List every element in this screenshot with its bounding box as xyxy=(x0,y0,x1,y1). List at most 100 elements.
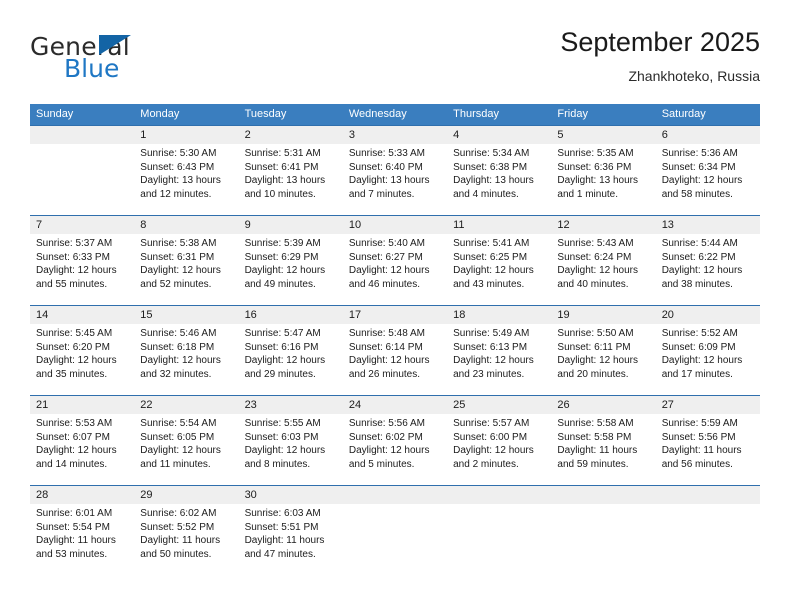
day-info: Sunrise: 5:36 AM Sunset: 6:34 PM Dayligh… xyxy=(662,144,754,201)
sunrise-text: Sunrise: 5:37 AM xyxy=(36,238,113,249)
daylight-line2: and 43 minutes. xyxy=(453,278,525,290)
day-number: 2 xyxy=(244,129,251,141)
sunset-text: Sunset: 6:27 PM xyxy=(348,251,423,263)
daylight-line2: and 23 minutes. xyxy=(453,368,525,380)
daylight-line1: Daylight: 12 hours xyxy=(348,265,430,277)
day-info: Sunrise: 5:38 AM Sunset: 6:31 PM Dayligh… xyxy=(140,234,232,291)
daylight-line1: Daylight: 12 hours xyxy=(36,355,117,367)
sunset-text: Sunset: 5:56 PM xyxy=(661,431,736,443)
daylight-line1: Daylight: 12 hours xyxy=(661,355,743,367)
day-cell[interactable] xyxy=(343,486,447,575)
daylight-line2: and 56 minutes. xyxy=(661,458,733,470)
day-cell[interactable]: 27 Sunrise: 5:59 AM Sunset: 5:56 PM Dayl… xyxy=(656,396,760,485)
sunrise-text: Sunrise: 6:03 AM xyxy=(244,508,321,519)
day-cell[interactable]: 22 Sunrise: 5:54 AM Sunset: 6:05 PM Dayl… xyxy=(134,396,238,485)
day-cell[interactable]: 13 Sunrise: 5:44 AM Sunset: 6:22 PM Dayl… xyxy=(656,216,760,305)
day-cell[interactable]: 3 Sunrise: 5:33 AM Sunset: 6:40 PM Dayli… xyxy=(343,126,447,215)
day-number: 23 xyxy=(244,399,257,411)
day-cell[interactable]: 2 Sunrise: 5:31 AM Sunset: 6:41 PM Dayli… xyxy=(239,126,343,215)
daylight-line2: and 5 minutes. xyxy=(348,458,415,470)
day-cell[interactable]: 4 Sunrise: 5:34 AM Sunset: 6:38 PM Dayli… xyxy=(447,126,551,215)
day-cell[interactable]: 29 Sunrise: 6:02 AM Sunset: 5:52 PM Dayl… xyxy=(134,486,238,575)
day-cell[interactable]: 1 Sunrise: 5:30 AM Sunset: 6:43 PM Dayli… xyxy=(134,126,238,215)
day-info: Sunrise: 5:44 AM Sunset: 6:22 PM Dayligh… xyxy=(662,234,754,291)
day-cell[interactable]: 9 Sunrise: 5:39 AM Sunset: 6:29 PM Dayli… xyxy=(239,216,343,305)
day-cell[interactable]: 19 Sunrise: 5:50 AM Sunset: 6:11 PM Dayl… xyxy=(551,306,655,395)
day-info: Sunrise: 5:31 AM Sunset: 6:41 PM Dayligh… xyxy=(245,144,337,201)
sunset-text: Sunset: 6:16 PM xyxy=(244,341,319,353)
sunrise-text: Sunrise: 6:01 AM xyxy=(36,508,113,519)
day-number: 25 xyxy=(453,399,466,411)
sunrise-text: Sunrise: 5:56 AM xyxy=(348,418,425,429)
day-number: 13 xyxy=(661,219,674,231)
day-cell[interactable] xyxy=(656,486,760,575)
day-cell[interactable]: 24 Sunrise: 5:56 AM Sunset: 6:02 PM Dayl… xyxy=(343,396,447,485)
daylight-line1: Daylight: 12 hours xyxy=(661,175,743,187)
sunset-text: Sunset: 6:18 PM xyxy=(140,341,215,353)
day-number: 10 xyxy=(348,219,362,231)
day-cell[interactable]: 14 Sunrise: 5:45 AM Sunset: 6:20 PM Dayl… xyxy=(30,306,134,395)
weekday-header-saturday: Saturday xyxy=(661,108,706,120)
day-info: Sunrise: 6:02 AM Sunset: 5:52 PM Dayligh… xyxy=(140,504,232,561)
sunrise-text: Sunrise: 5:36 AM xyxy=(661,148,738,159)
weekday-header-wednesday: Wednesday xyxy=(348,108,407,120)
daylight-line2: and 7 minutes. xyxy=(348,188,415,200)
sunset-text: Sunset: 6:11 PM xyxy=(557,341,631,353)
day-cell[interactable]: 15 Sunrise: 5:46 AM Sunset: 6:18 PM Dayl… xyxy=(134,306,238,395)
day-info: Sunrise: 5:47 AM Sunset: 6:16 PM Dayligh… xyxy=(245,324,337,381)
weekday-header-row: Sunday Monday Tuesday Wednesday Thursday… xyxy=(30,104,760,125)
day-cell[interactable]: 8 Sunrise: 5:38 AM Sunset: 6:31 PM Dayli… xyxy=(134,216,238,305)
day-cell[interactable]: 11 Sunrise: 5:41 AM Sunset: 6:25 PM Dayl… xyxy=(447,216,551,305)
daylight-line2: and 49 minutes. xyxy=(244,278,316,290)
day-cell[interactable]: 18 Sunrise: 5:49 AM Sunset: 6:13 PM Dayl… xyxy=(447,306,551,395)
day-info: Sunrise: 5:41 AM Sunset: 6:25 PM Dayligh… xyxy=(453,234,545,291)
day-cell[interactable]: 21 Sunrise: 5:53 AM Sunset: 6:07 PM Dayl… xyxy=(30,396,134,485)
sunrise-text: Sunrise: 5:43 AM xyxy=(557,238,634,249)
general-blue-logo[interactable]: General Blue xyxy=(30,32,260,90)
day-cell[interactable] xyxy=(447,486,551,575)
daylight-line2: and 17 minutes. xyxy=(661,368,733,380)
day-cell[interactable]: 25 Sunrise: 5:57 AM Sunset: 6:00 PM Dayl… xyxy=(447,396,551,485)
day-cell[interactable]: 26 Sunrise: 5:58 AM Sunset: 5:58 PM Dayl… xyxy=(551,396,655,485)
weekday-header-friday: Friday xyxy=(557,108,588,120)
day-cell[interactable] xyxy=(551,486,655,575)
daylight-line2: and 4 minutes. xyxy=(453,188,519,200)
day-cell[interactable]: 17 Sunrise: 5:48 AM Sunset: 6:14 PM Dayl… xyxy=(343,306,447,395)
day-info: Sunrise: 5:39 AM Sunset: 6:29 PM Dayligh… xyxy=(245,234,337,291)
daylight-line1: Daylight: 12 hours xyxy=(348,445,430,457)
day-info: Sunrise: 5:56 AM Sunset: 6:02 PM Dayligh… xyxy=(349,414,441,471)
daylight-line1: Daylight: 11 hours xyxy=(557,445,638,457)
sunset-text: Sunset: 6:36 PM xyxy=(557,161,632,173)
sunset-text: Sunset: 6:22 PM xyxy=(661,251,736,263)
day-cell[interactable] xyxy=(30,126,134,215)
daylight-line2: and 52 minutes. xyxy=(140,278,212,290)
logo-text-blue: Blue xyxy=(64,54,120,83)
sunset-text: Sunset: 6:34 PM xyxy=(661,161,736,173)
day-cell[interactable]: 7 Sunrise: 5:37 AM Sunset: 6:33 PM Dayli… xyxy=(30,216,134,305)
day-cell[interactable]: 10 Sunrise: 5:40 AM Sunset: 6:27 PM Dayl… xyxy=(343,216,447,305)
sunrise-text: Sunrise: 5:45 AM xyxy=(36,328,113,339)
day-cell[interactable]: 6 Sunrise: 5:36 AM Sunset: 6:34 PM Dayli… xyxy=(656,126,760,215)
sunset-text: Sunset: 6:20 PM xyxy=(36,341,110,353)
day-cell[interactable]: 16 Sunrise: 5:47 AM Sunset: 6:16 PM Dayl… xyxy=(239,306,343,395)
day-cell[interactable]: 30 Sunrise: 6:03 AM Sunset: 5:51 PM Dayl… xyxy=(239,486,343,575)
daylight-line1: Daylight: 13 hours xyxy=(348,175,430,187)
day-cell[interactable]: 20 Sunrise: 5:52 AM Sunset: 6:09 PM Dayl… xyxy=(656,306,760,395)
day-cell[interactable]: 12 Sunrise: 5:43 AM Sunset: 6:24 PM Dayl… xyxy=(551,216,655,305)
sunrise-text: Sunrise: 5:52 AM xyxy=(661,328,738,339)
day-info: Sunrise: 5:54 AM Sunset: 6:05 PM Dayligh… xyxy=(140,414,232,471)
day-cell[interactable]: 5 Sunrise: 5:35 AM Sunset: 6:36 PM Dayli… xyxy=(551,126,655,215)
day-cell[interactable]: 23 Sunrise: 5:55 AM Sunset: 6:03 PM Dayl… xyxy=(239,396,343,485)
daylight-line2: and 53 minutes. xyxy=(36,548,108,560)
sunset-text: Sunset: 6:40 PM xyxy=(348,161,423,173)
sunset-text: Sunset: 6:07 PM xyxy=(36,431,110,443)
daylight-line1: Daylight: 11 hours xyxy=(140,535,221,547)
day-cell[interactable]: 28 Sunrise: 6:01 AM Sunset: 5:54 PM Dayl… xyxy=(30,486,134,575)
day-info: Sunrise: 5:48 AM Sunset: 6:14 PM Dayligh… xyxy=(349,324,441,381)
sunrise-text: Sunrise: 5:34 AM xyxy=(453,148,530,159)
daylight-line1: Daylight: 12 hours xyxy=(244,265,326,277)
day-info: Sunrise: 5:33 AM Sunset: 6:40 PM Dayligh… xyxy=(349,144,441,201)
daylight-line1: Daylight: 12 hours xyxy=(661,265,743,277)
day-number: 16 xyxy=(244,309,257,321)
day-number: 30 xyxy=(244,489,257,501)
